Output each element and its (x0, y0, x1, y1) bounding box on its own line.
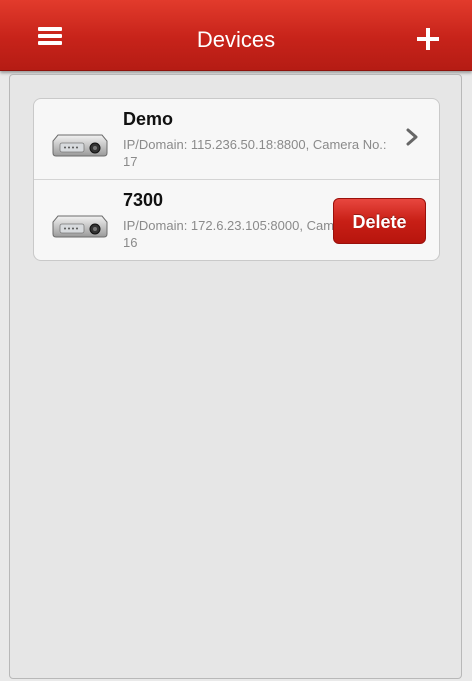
navigation-bar: Devices (0, 0, 472, 71)
dvr-device-icon (52, 134, 108, 157)
devices-screen: Devices Demo IP/Domain: 115.236.50.18:88… (0, 0, 472, 681)
device-name: 7300 (123, 190, 164, 210)
list-item[interactable]: 7300 IP/Domain: 172.6.23.105:8000, Camer… (34, 179, 439, 260)
plus-icon[interactable] (412, 22, 444, 54)
chevron-right-icon (406, 128, 418, 146)
device-list-panel: Demo IP/Domain: 115.236.50.18:8800, Came… (9, 74, 462, 679)
device-name: Demo (123, 109, 174, 129)
device-list: Demo IP/Domain: 115.236.50.18:8800, Came… (33, 98, 440, 261)
dvr-device-icon (52, 215, 108, 238)
device-info: IP/Domain: 115.236.50.18:8800, Camera No… (123, 137, 387, 169)
page-title: Devices (196, 27, 276, 52)
hamburger-menu-icon[interactable] (30, 20, 70, 52)
list-item[interactable]: Demo IP/Domain: 115.236.50.18:8800, Came… (34, 99, 439, 179)
delete-button[interactable]: Delete (333, 198, 426, 244)
